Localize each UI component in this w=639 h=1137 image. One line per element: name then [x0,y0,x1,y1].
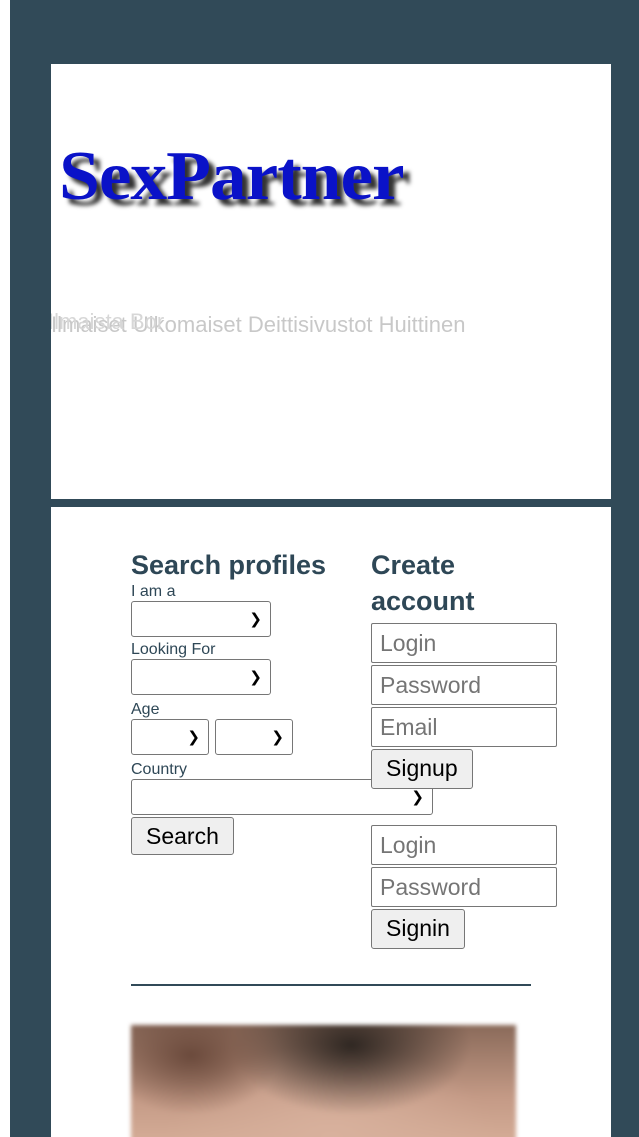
signup-login-input[interactable] [371,623,557,663]
age-label: Age [131,701,160,718]
signin-form: Signin [371,825,571,949]
looking-for-label: Looking For [131,641,216,658]
chevron-down-icon: ❯ [271,729,284,746]
i-am-label: I am a [131,583,176,600]
page-left-edge [0,0,10,1137]
signup-email-input[interactable] [371,707,557,747]
chevron-down-icon: ❯ [249,611,262,628]
tagline-overlay-text: Ilmaista Bor [51,309,165,334]
age-to-select[interactable]: ❯ [215,719,293,755]
search-form: Search profiles I am a ❯ Looking For ❯ A… [131,547,433,855]
chevron-down-icon: ❯ [187,729,200,746]
create-account-heading: Create account [371,550,475,616]
header-panel: SexPartner Ilmaiset Ulkomaiset Deittisiv… [51,64,611,499]
country-label: Country [131,761,188,778]
signup-password-input[interactable] [371,665,557,705]
site-tagline: Ilmaiset Ulkomaiset Deittisivustot Huitt… [51,309,611,338]
signup-form: Signup [371,623,571,789]
main-panel: Search profiles I am a ❯ Looking For ❯ A… [51,507,611,1137]
section-divider [131,984,531,986]
signin-login-input[interactable] [371,825,557,865]
signin-password-input[interactable] [371,867,557,907]
age-range: ❯ ❯ [131,719,361,755]
signin-button[interactable]: Signin [371,909,465,949]
looking-for-select[interactable]: ❯ [131,659,271,695]
profile-photo[interactable] [131,1025,516,1137]
search-button[interactable]: Search [131,817,234,855]
search-heading: Search profiles [131,550,327,580]
account-forms: Create account Signup Signin [371,547,571,949]
i-am-select[interactable]: ❯ [131,601,271,637]
site-logo[interactable]: SexPartner [59,137,405,217]
chevron-down-icon: ❯ [249,669,262,686]
age-from-select[interactable]: ❯ [131,719,209,755]
signup-button[interactable]: Signup [371,749,473,789]
